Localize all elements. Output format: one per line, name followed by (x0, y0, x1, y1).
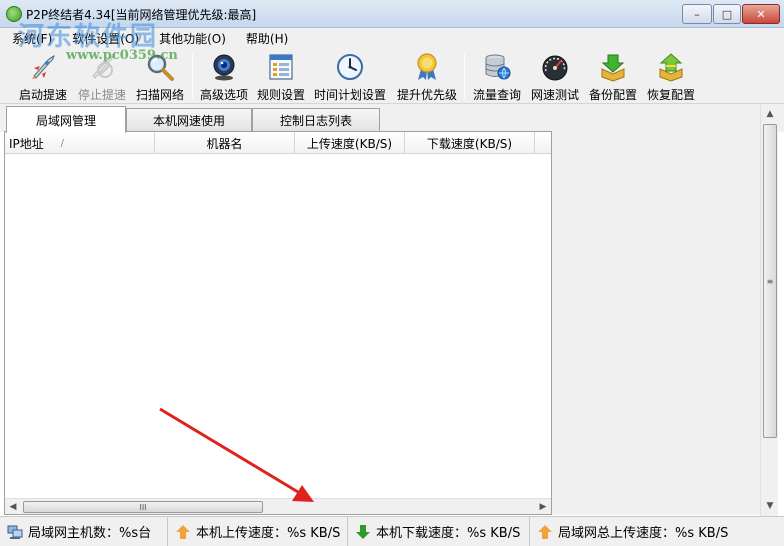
rocket-icon (27, 52, 59, 82)
upload-arrow-icon (536, 523, 554, 541)
clock-icon (334, 52, 366, 82)
rule-settings-button[interactable]: 规则设置 (254, 52, 308, 104)
status-local-upload: 本机上传速度：%s KB/S (168, 516, 348, 546)
toolbar-label: 恢复配置 (646, 88, 695, 102)
menu-system[interactable]: 系统(F) (12, 30, 52, 47)
schedule-settings-button[interactable]: 时间计划设置 (312, 52, 388, 104)
toolbar-label: 规则设置 (256, 88, 305, 102)
scroll-right-icon[interactable]: ▶ (535, 499, 551, 515)
horizontal-scrollbar[interactable]: ◀ III ▶ (5, 498, 551, 514)
network-icon (6, 523, 24, 541)
database-icon (481, 52, 513, 82)
status-local-download: 本机下载速度：%s KB/S (348, 516, 530, 546)
toolbar-label: 网速测试 (530, 88, 579, 102)
toolbar-separator (464, 54, 465, 98)
toolbar-separator (192, 54, 193, 98)
status-lan-host-count-text: 局域网主机数：%s台 (28, 526, 152, 541)
host-list[interactable]: IP地址 / 机器名 上传速度(KB/S) 下载速度(KB/S) ◀ III ▶ (4, 131, 552, 515)
backup-config-button[interactable]: 备份配置 (586, 52, 640, 104)
speed-test-button[interactable]: 网速测试 (528, 52, 582, 104)
tab-local-speed-usage[interactable]: 本机网速使用 (126, 108, 252, 132)
status-bar: 局域网主机数：%s台 本机上传速度：%s KB/S 本机下载速度：%s KB/S… (0, 516, 784, 546)
tab-lan-management[interactable]: 局域网管理 (6, 106, 126, 133)
sort-indicator-icon: / (60, 137, 64, 149)
tab-strip: 局域网管理 本机网速使用 控制日志列表 (0, 104, 784, 133)
scroll-up-icon[interactable]: ▲ (761, 106, 779, 122)
start-speedup-button[interactable]: 启动提速 (14, 52, 72, 104)
restore-icon (655, 52, 687, 82)
toolbar-label: 扫描网络 (135, 88, 184, 102)
title-bar: P2P终结者4.34[当前网络管理优先级:最高] – □ ✕ (0, 0, 784, 28)
toolbar-label: 提升优先级 (396, 88, 457, 102)
toolbar-label: 停止提速 (77, 88, 126, 102)
toolbar-label: 时间计划设置 (313, 88, 386, 102)
column-header-ip-label: IP地址 (9, 136, 44, 151)
horizontal-scroll-thumb[interactable]: III (23, 501, 263, 513)
maximize-button[interactable]: □ (713, 4, 741, 24)
menu-bar: 系统(F) 软件设置(O) 其他功能(O) 帮助(H) (0, 28, 784, 48)
stop-rocket-icon (86, 52, 118, 82)
rules-icon (265, 52, 297, 82)
column-header-download-speed[interactable]: 下载速度(KB/S) (405, 132, 535, 154)
webcam-icon (208, 52, 240, 82)
status-lan-total-upload-text: 局域网总上传速度：%s KB/S (558, 526, 729, 541)
tab-control-log-list[interactable]: 控制日志列表 (252, 108, 380, 132)
column-header-row: IP地址 / 机器名 上传速度(KB/S) 下载速度(KB/S) (5, 132, 551, 154)
status-local-upload-text: 本机上传速度：%s KB/S (196, 526, 341, 541)
column-header-upload-speed[interactable]: 上传速度(KB/S) (295, 132, 405, 154)
magnifier-icon (144, 52, 176, 82)
medal-icon (411, 52, 443, 82)
scan-network-button[interactable]: 扫描网络 (132, 52, 188, 104)
menu-other-functions[interactable]: 其他功能(O) (159, 30, 226, 47)
status-lan-host-count: 局域网主机数：%s台 (0, 516, 168, 546)
speedometer-icon (539, 52, 571, 82)
status-lan-total-upload: 局域网总上传速度：%s KB/S (530, 517, 784, 546)
vertical-scrollbar[interactable]: ▲ ≡ ▼ (760, 104, 778, 516)
download-arrow-icon (354, 523, 372, 541)
vertical-scroll-thumb[interactable]: ≡ (763, 124, 777, 438)
minimize-button[interactable]: – (682, 4, 712, 24)
traffic-query-button[interactable]: 流量查询 (470, 52, 524, 104)
right-panel (552, 131, 760, 515)
scroll-down-icon[interactable]: ▼ (761, 498, 779, 514)
stop-speedup-button[interactable]: 停止提速 (74, 52, 130, 104)
close-button[interactable]: ✕ (742, 4, 780, 24)
restore-config-button[interactable]: 恢复配置 (644, 52, 698, 104)
menu-software-settings[interactable]: 软件设置(O) (72, 30, 139, 47)
toolbar-label: 高级选项 (199, 88, 248, 102)
toolbar-label: 流量查询 (472, 88, 521, 102)
toolbar: 启动提速 停止提速 扫描网络 高级选项 规则设置 时间计划设置 提升优先级 流量… (0, 48, 784, 104)
backup-icon (597, 52, 629, 82)
advanced-options-button[interactable]: 高级选项 (196, 52, 252, 104)
column-header-ip[interactable]: IP地址 / (5, 132, 155, 154)
toolbar-label: 启动提速 (18, 88, 67, 102)
window-title: P2P终结者4.34[当前网络管理优先级:最高] (26, 8, 257, 22)
toolbar-label: 备份配置 (588, 88, 637, 102)
upload-arrow-icon (174, 523, 192, 541)
raise-priority-button[interactable]: 提升优先级 (394, 52, 460, 104)
app-icon (6, 6, 22, 22)
column-header-machine-name[interactable]: 机器名 (155, 132, 295, 154)
menu-help[interactable]: 帮助(H) (246, 30, 288, 47)
status-local-download-text: 本机下载速度：%s KB/S (376, 526, 521, 541)
scroll-left-icon[interactable]: ◀ (5, 499, 21, 515)
